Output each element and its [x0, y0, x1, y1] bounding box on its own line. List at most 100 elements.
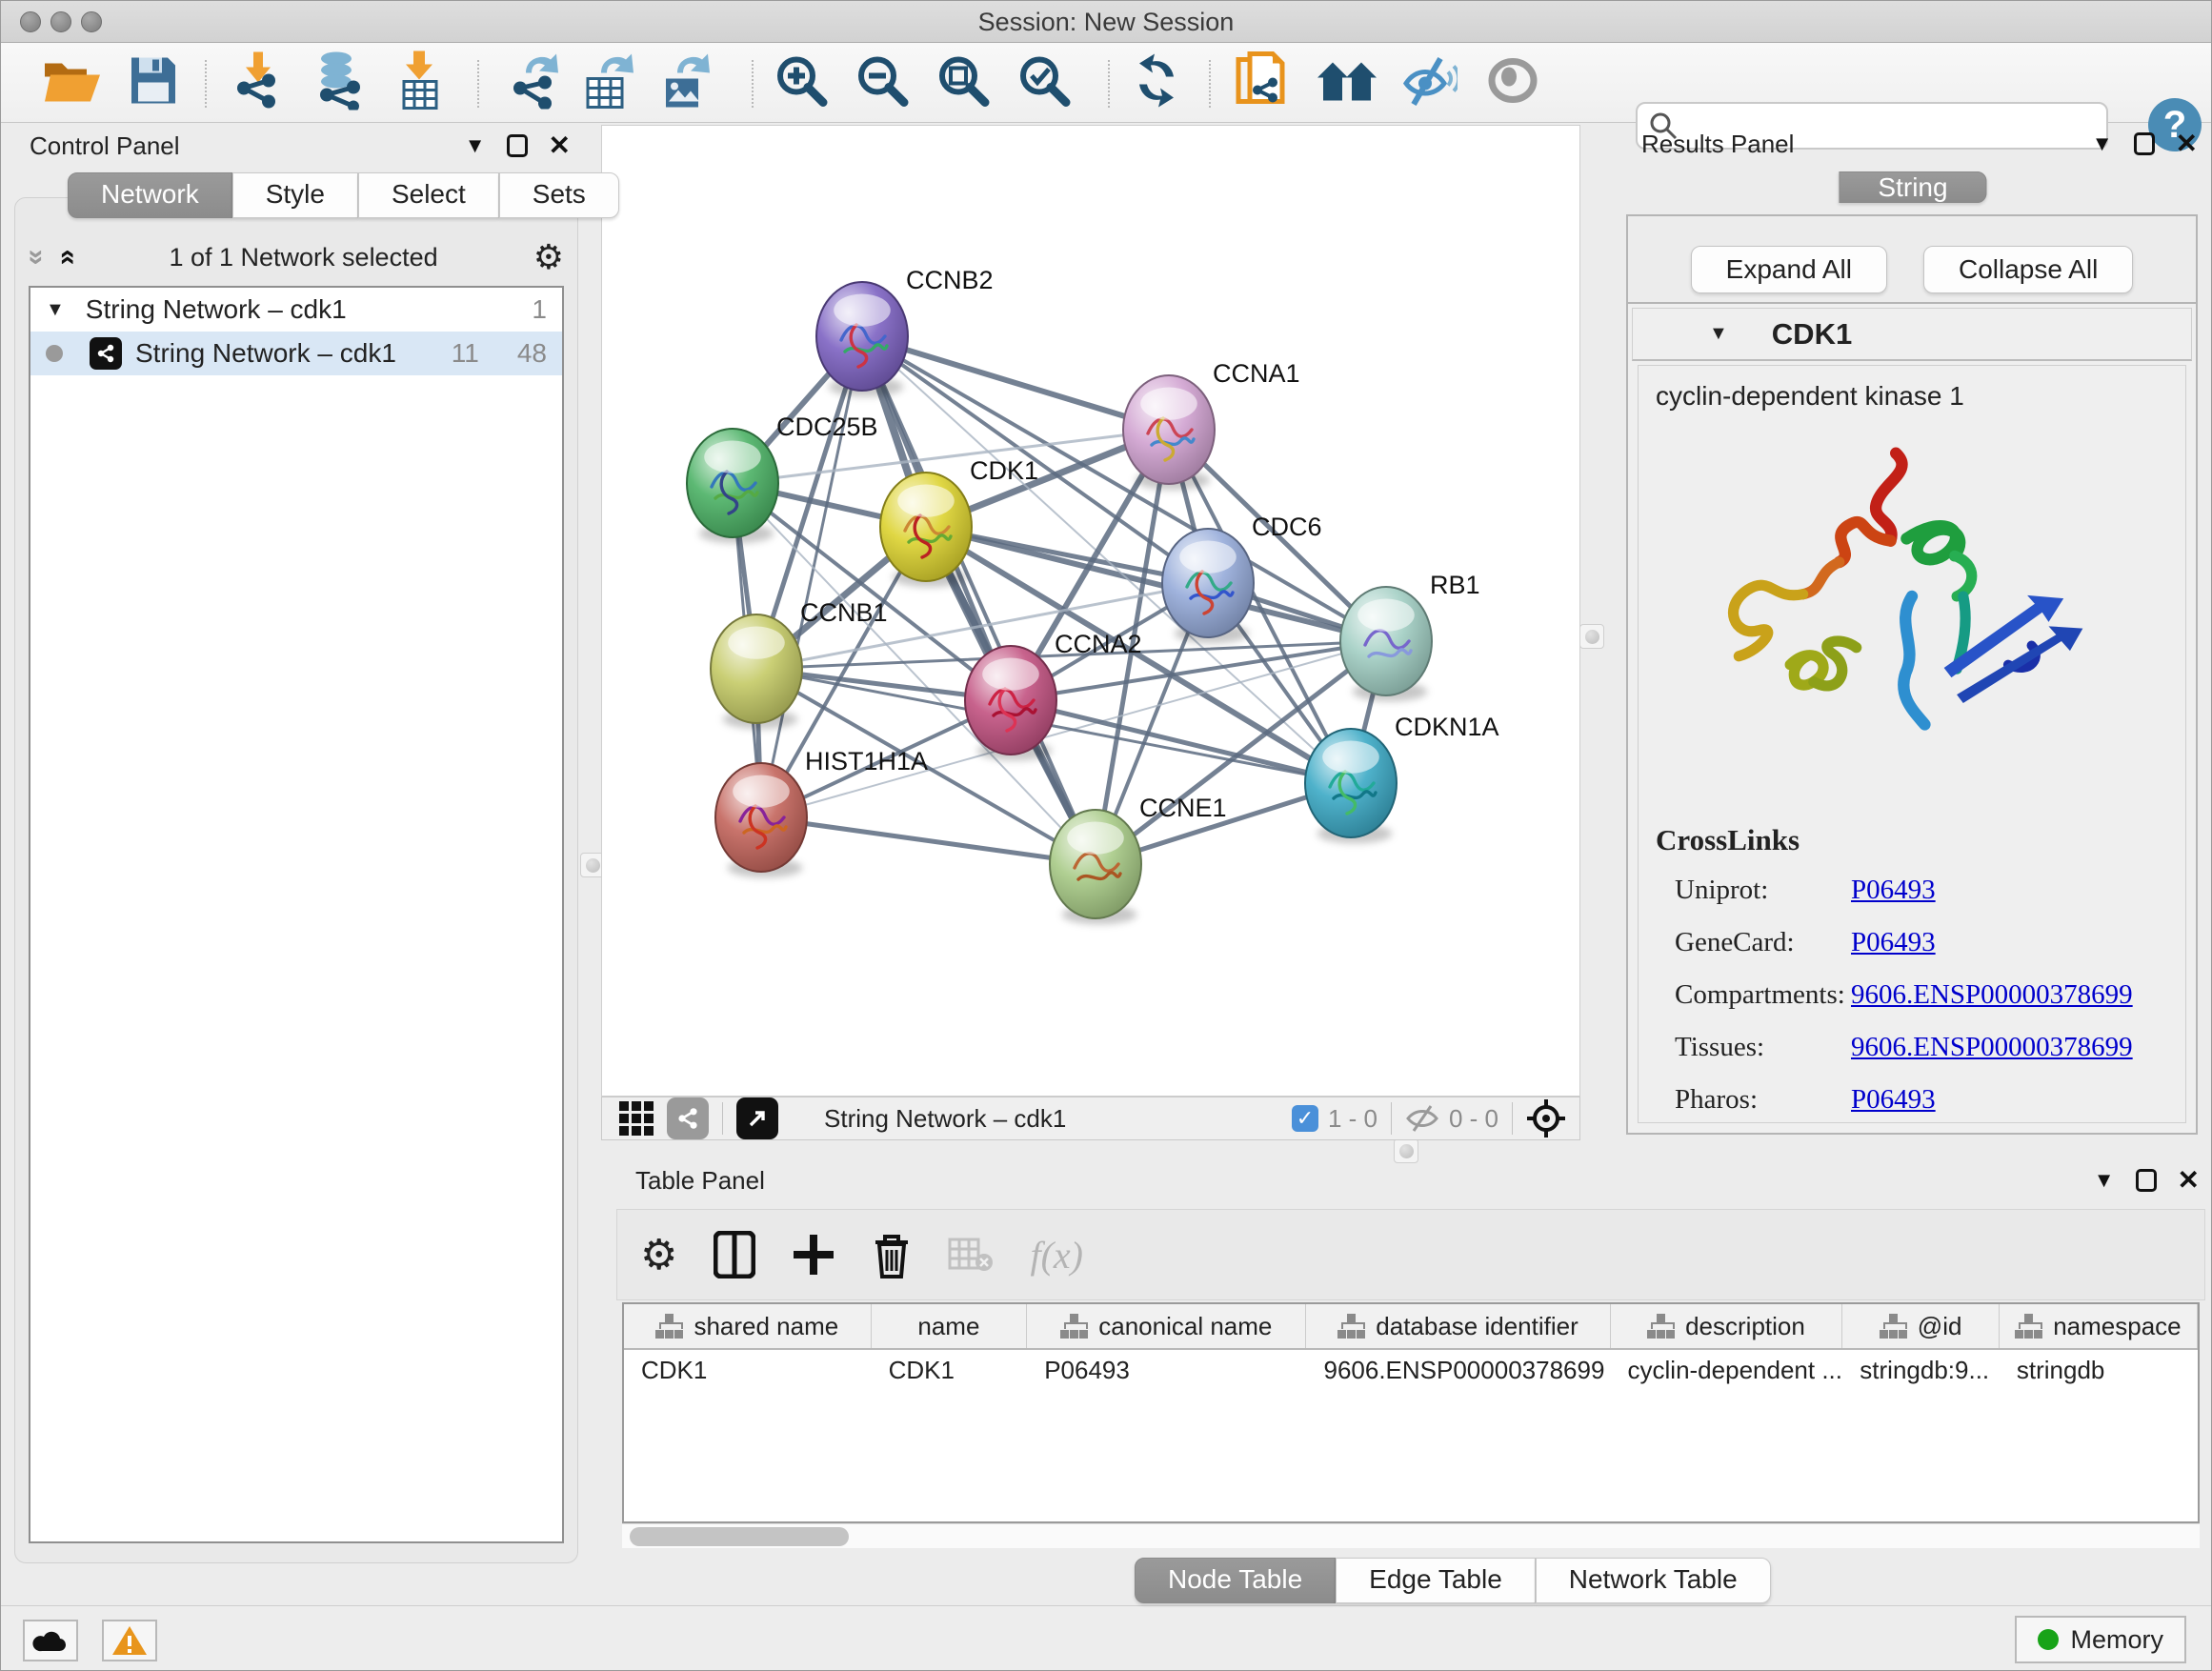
- show-columns-icon[interactable]: [714, 1231, 755, 1278]
- column-header-database-identifier[interactable]: database identifier: [1306, 1304, 1610, 1348]
- import-table-icon[interactable]: [398, 50, 442, 114]
- column-header-@id[interactable]: @id: [1842, 1304, 2000, 1348]
- tab-sets[interactable]: Sets: [499, 172, 619, 218]
- panel-close-icon[interactable]: ✕: [549, 132, 571, 159]
- node-CDC6[interactable]: CDC6: [1162, 513, 1322, 643]
- scrollbar-thumb[interactable]: [630, 1527, 849, 1546]
- open-session-icon[interactable]: [43, 55, 102, 110]
- results-tab-string[interactable]: String: [1839, 167, 1986, 209]
- cloud-status-button[interactable]: [23, 1620, 78, 1661]
- node-CCNE1[interactable]: CCNE1: [1050, 794, 1227, 924]
- network-row[interactable]: String Network – cdk1 11 48: [30, 332, 562, 375]
- tab-network[interactable]: Network: [68, 172, 232, 218]
- export-network-icon[interactable]: [507, 51, 562, 113]
- table-cell[interactable]: CDK1: [624, 1350, 872, 1394]
- delete-column-icon[interactable]: [872, 1231, 912, 1278]
- table-cell[interactable]: P06493: [1027, 1350, 1306, 1394]
- tab-edge-table[interactable]: Edge Table: [1336, 1558, 1536, 1603]
- table-cell[interactable]: stringdb:9...: [1842, 1350, 2000, 1394]
- section-expander-icon[interactable]: ▼: [1709, 323, 1728, 345]
- bottom-splitter-grip[interactable]: [1394, 1138, 1418, 1163]
- copy-network-icon[interactable]: [1235, 50, 1286, 115]
- memory-button[interactable]: Memory: [2015, 1616, 2186, 1663]
- function-builder-icon[interactable]: f(x): [1030, 1233, 1083, 1278]
- crosslink-link[interactable]: 9606.ENSP00000378699: [1851, 1032, 2133, 1063]
- tab-node-table[interactable]: Node Table: [1135, 1558, 1336, 1603]
- tab-network-table[interactable]: Network Table: [1536, 1558, 1771, 1603]
- crosslink-link[interactable]: 9606.ENSP00000378699: [1851, 979, 2133, 1011]
- table-cell[interactable]: 9606.ENSP00000378699: [1306, 1350, 1610, 1394]
- export-image-icon[interactable]: [660, 51, 714, 113]
- crosslink-link[interactable]: P06493: [1851, 875, 1936, 906]
- import-network-file-icon[interactable]: [231, 51, 286, 113]
- panel-close-icon[interactable]: ✕: [2178, 1167, 2200, 1194]
- tab-select[interactable]: Select: [358, 172, 499, 218]
- network-graph[interactable]: CCNB2CCNA1CDC25BCDK1CDC6RB1CCNB1CCNA2CDK…: [602, 126, 1579, 1096]
- edge-HIST1H1A-CCNE1[interactable]: [761, 817, 1096, 864]
- edge-CCNB2-CCNA1[interactable]: [862, 336, 1169, 430]
- column-header-canonical-name[interactable]: canonical name: [1027, 1304, 1306, 1348]
- zoom-selected-icon[interactable]: [1016, 52, 1072, 112]
- edge-CCNB2-HIST1H1A[interactable]: [761, 336, 862, 817]
- save-session-icon[interactable]: [130, 55, 177, 110]
- selected-checkbox-icon[interactable]: ✓: [1292, 1105, 1318, 1132]
- node-table[interactable]: shared namenamecanonical namedatabase id…: [622, 1302, 2200, 1523]
- network-view-canvas[interactable]: CCNB2CCNA1CDC25BCDK1CDC6RB1CCNB1CCNA2CDK…: [601, 125, 1580, 1097]
- panel-menu-icon[interactable]: ▼: [465, 133, 486, 158]
- hide-eye-icon[interactable]: [1402, 54, 1458, 111]
- open-in-window-icon[interactable]: [736, 1097, 778, 1139]
- network-share-icon[interactable]: [667, 1097, 709, 1139]
- collapse-all-button[interactable]: Collapse All: [1923, 246, 2133, 293]
- export-table-icon[interactable]: [584, 51, 637, 113]
- crosslink-link[interactable]: P06493: [1851, 1084, 1936, 1116]
- grid-view-icon[interactable]: [619, 1101, 654, 1136]
- zoom-out-icon[interactable]: [855, 52, 910, 112]
- eye-icon[interactable]: [1486, 57, 1539, 108]
- table-settings-gear-icon[interactable]: ⚙: [640, 1231, 677, 1279]
- expand-all-networks-icon[interactable]: »: [51, 250, 80, 266]
- birdseye-view-icon[interactable]: [1526, 1098, 1566, 1138]
- node-HIST1H1A[interactable]: HIST1H1A: [715, 747, 928, 877]
- table-horizontal-scrollbar[interactable]: [622, 1523, 2200, 1548]
- column-header-name[interactable]: name: [872, 1304, 1028, 1348]
- right-splitter-grip[interactable]: [1579, 624, 1604, 649]
- column-header-description[interactable]: description: [1611, 1304, 1843, 1348]
- import-network-database-icon[interactable]: [312, 50, 367, 114]
- left-splitter[interactable]: [584, 127, 603, 1580]
- tab-style[interactable]: Style: [232, 172, 358, 218]
- node-CDK1[interactable]: CDK1: [880, 456, 1038, 587]
- crosslink-link[interactable]: P06493: [1851, 927, 1936, 958]
- collection-expander-icon[interactable]: ▼: [46, 299, 65, 321]
- table-cell[interactable]: CDK1: [872, 1350, 1028, 1394]
- panel-float-icon[interactable]: [507, 134, 528, 157]
- panel-float-icon[interactable]: [2134, 132, 2155, 155]
- table-row[interactable]: CDK1CDK1P064939606.ENSP00000378699cyclin…: [624, 1350, 2198, 1394]
- panel-menu-icon[interactable]: ▼: [2092, 131, 2113, 156]
- hidden-eye-slash-icon[interactable]: [1405, 1104, 1439, 1133]
- network-options-gear-icon[interactable]: ⚙: [533, 237, 564, 277]
- node-CCNB2[interactable]: CCNB2: [816, 266, 994, 396]
- panel-close-icon[interactable]: ✕: [2176, 131, 2198, 157]
- warnings-button[interactable]: [102, 1620, 157, 1661]
- edge-CCNB2-CCNE1[interactable]: [862, 336, 1096, 864]
- network-collection-row[interactable]: ▼ String Network – cdk1 1: [30, 288, 562, 332]
- collapse-all-networks-icon[interactable]: »: [22, 250, 50, 266]
- refresh-view-icon[interactable]: [1130, 53, 1183, 111]
- delete-table-icon[interactable]: [948, 1236, 994, 1274]
- table-cell[interactable]: cyclin-dependent ...: [1611, 1350, 1843, 1394]
- zoom-in-icon[interactable]: [774, 52, 829, 112]
- panel-float-icon[interactable]: [2136, 1169, 2157, 1192]
- node-RB1[interactable]: RB1: [1340, 571, 1480, 701]
- gene-section-header[interactable]: ▼ CDK1: [1632, 308, 2192, 361]
- zoom-fit-icon[interactable]: [935, 52, 991, 112]
- home-icon[interactable]: [1316, 56, 1378, 109]
- panel-menu-icon[interactable]: ▼: [2094, 1168, 2115, 1193]
- node-label-HIST1H1A: HIST1H1A: [805, 747, 928, 775]
- right-splitter[interactable]: [1582, 127, 1601, 1142]
- node-CDKN1A[interactable]: CDKN1A: [1305, 713, 1499, 843]
- column-header-namespace[interactable]: namespace: [2000, 1304, 2198, 1348]
- table-cell[interactable]: stringdb: [2000, 1350, 2198, 1394]
- column-header-shared-name[interactable]: shared name: [624, 1304, 872, 1348]
- expand-all-button[interactable]: Expand All: [1691, 246, 1887, 293]
- create-column-icon[interactable]: [792, 1233, 835, 1277]
